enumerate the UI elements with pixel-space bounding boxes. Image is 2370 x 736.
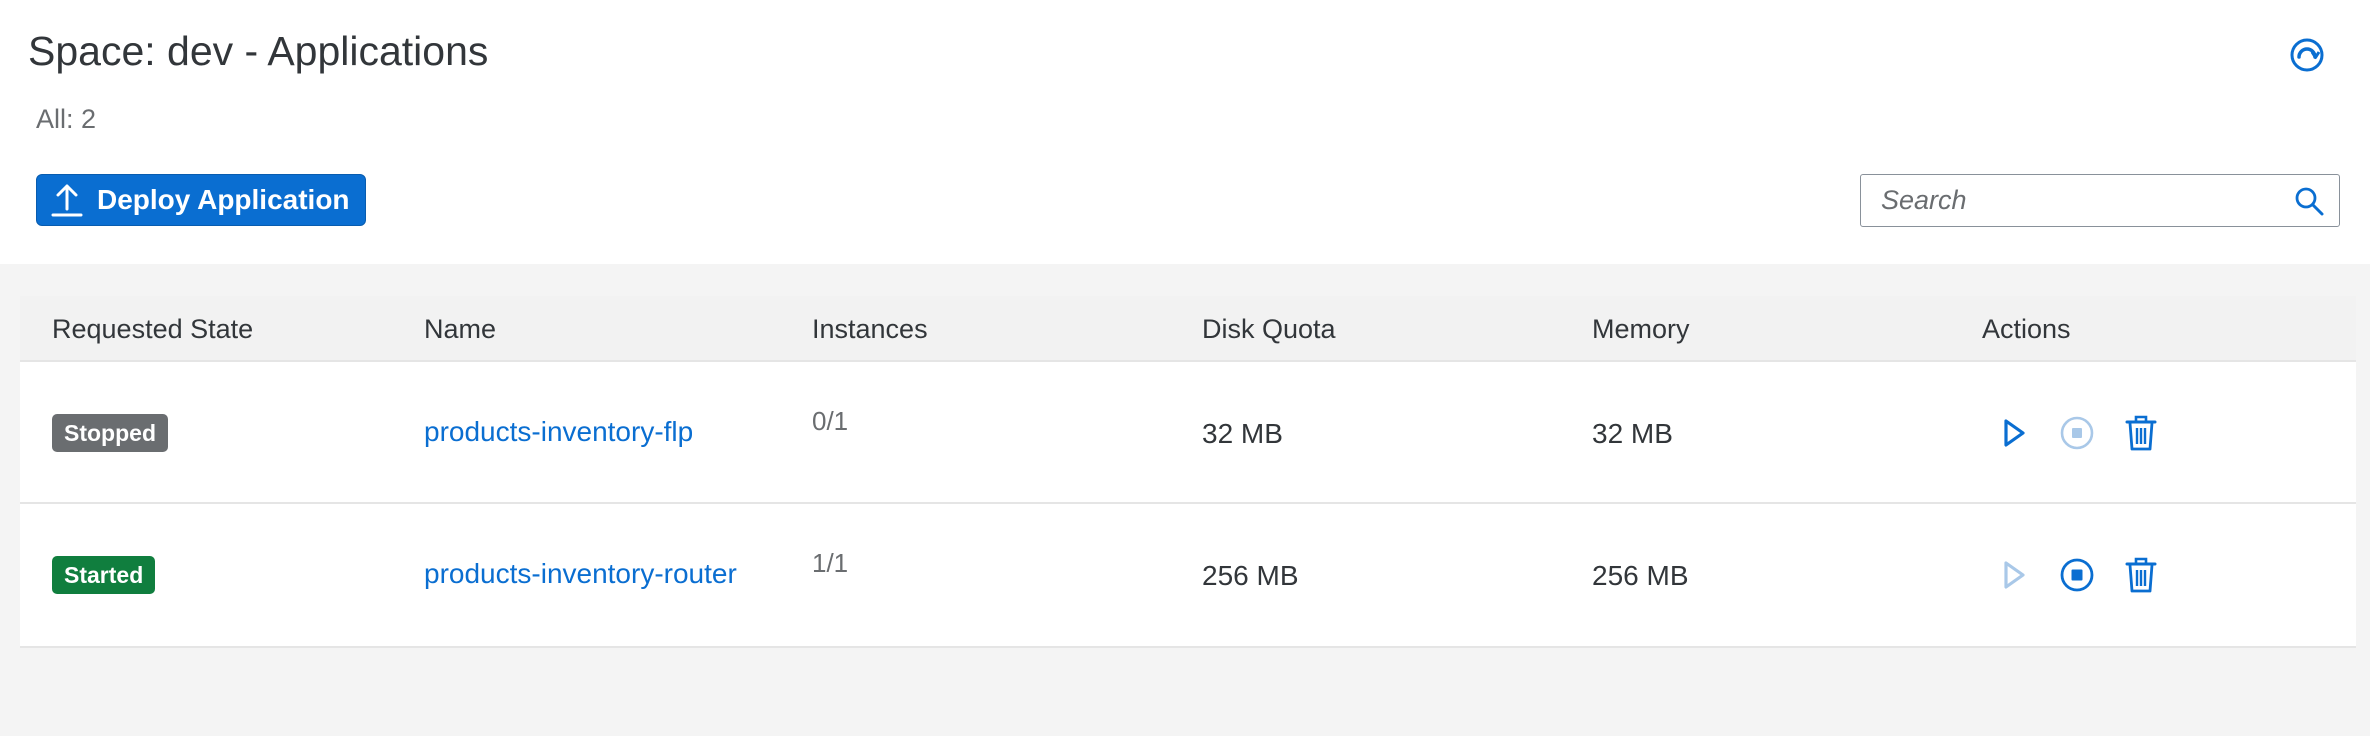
application-name-link[interactable]: products-inventory-flp xyxy=(424,416,693,448)
page-title: Space: dev - Applications xyxy=(28,28,489,74)
search-icon[interactable] xyxy=(2293,185,2325,217)
start-button[interactable] xyxy=(1994,556,2032,594)
start-button[interactable] xyxy=(1994,414,2032,452)
instances-value: 1/1 xyxy=(812,548,849,578)
disk-quota-value: 256 MB xyxy=(1202,560,1299,591)
column-header-requested-state: Requested State xyxy=(52,314,254,344)
application-name-link[interactable]: products-inventory-router xyxy=(424,558,737,590)
item-count: All: 2 xyxy=(36,104,97,134)
refresh-icon xyxy=(2290,38,2324,72)
page-header: Space: dev - Applications All: 2 Deploy … xyxy=(0,0,2370,264)
refresh-button[interactable] xyxy=(2288,36,2326,74)
stop-button[interactable] xyxy=(2058,414,2096,452)
play-icon xyxy=(2004,419,2025,447)
memory-value: 32 MB xyxy=(1592,418,1673,449)
table-header: Requested State Name Instances Disk Quot… xyxy=(20,296,2356,362)
instances-value: 0/1 xyxy=(812,406,849,436)
trash-icon xyxy=(2125,557,2157,593)
trash-icon xyxy=(2125,415,2157,451)
search-field[interactable] xyxy=(1860,174,2340,227)
applications-table: Requested State Name Instances Disk Quot… xyxy=(20,296,2356,648)
column-header-disk-quota: Disk Quota xyxy=(1202,314,1336,344)
table-row: Stopped products-inventory-flp 0/1 32 MB… xyxy=(20,362,2356,504)
upload-icon xyxy=(51,182,83,218)
status-badge: Started xyxy=(52,556,156,594)
disk-quota-value: 32 MB xyxy=(1202,418,1283,449)
delete-button[interactable] xyxy=(2122,556,2160,594)
column-header-instances: Instances xyxy=(812,314,928,344)
column-header-actions: Actions xyxy=(1982,314,2071,344)
table-row: Started products-inventory-router 1/1 25… xyxy=(20,504,2356,646)
column-header-memory: Memory xyxy=(1592,314,1690,344)
deploy-application-button[interactable]: Deploy Application xyxy=(36,174,366,226)
search-input[interactable] xyxy=(1861,175,2281,226)
status-badge: Stopped xyxy=(52,414,168,452)
play-icon xyxy=(2004,561,2025,589)
stop-icon xyxy=(2060,416,2094,450)
stop-icon xyxy=(2060,558,2094,592)
deploy-application-label: Deploy Application xyxy=(97,184,350,215)
stop-button[interactable] xyxy=(2058,556,2096,594)
delete-button[interactable] xyxy=(2122,414,2160,452)
column-header-name: Name xyxy=(424,314,497,344)
memory-value: 256 MB xyxy=(1592,560,1689,591)
